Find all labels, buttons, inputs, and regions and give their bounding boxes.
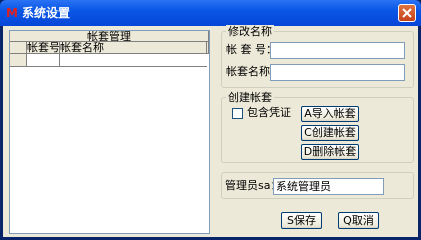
column-header-filler bbox=[207, 42, 209, 54]
include-voucher-checkbox[interactable] bbox=[232, 108, 243, 119]
cell-account-no[interactable] bbox=[27, 54, 60, 66]
column-header-account-no[interactable]: 帐套号 bbox=[27, 42, 60, 54]
close-button[interactable] bbox=[398, 4, 416, 22]
row-selector-header bbox=[10, 42, 27, 54]
close-icon bbox=[402, 8, 412, 18]
grid-title: 帐套管理 bbox=[10, 31, 209, 42]
cancel-button[interactable]: Q取消 bbox=[338, 212, 379, 229]
window-title: 系统设置 bbox=[22, 6, 71, 20]
row-selector[interactable] bbox=[10, 54, 27, 67]
create-account-button[interactable]: C创建帐套 bbox=[301, 125, 359, 141]
modify-name-group: 修改名称 帐 套 号： 帐套名称： bbox=[221, 25, 414, 88]
account-name-field[interactable] bbox=[270, 64, 405, 81]
dialog-body: 帐套管理 帐套号 帐套名称 修改名称 帐 套 号： 帐套名称： 创建帐套 包含凭… bbox=[3, 25, 418, 237]
app-icon: M bbox=[6, 6, 18, 20]
import-account-button[interactable]: A导入帐套 bbox=[301, 106, 359, 122]
delete-account-button[interactable]: D删除帐套 bbox=[301, 144, 359, 160]
admin-name-field[interactable]: 系统管理员 bbox=[273, 178, 384, 195]
save-button[interactable]: S保存 bbox=[281, 212, 322, 229]
table-row[interactable] bbox=[27, 54, 207, 67]
account-set-grid[interactable]: 帐套管理 帐套号 帐套名称 bbox=[9, 30, 210, 234]
account-no-field[interactable] bbox=[270, 42, 405, 59]
create-account-group: 创建帐套 包含凭证 A导入帐套 C创建帐套 D删除帐套 bbox=[221, 91, 414, 163]
include-voucher-label[interactable]: 包含凭证 bbox=[247, 106, 291, 120]
create-account-legend: 创建帐套 bbox=[226, 91, 274, 104]
title-bar[interactable]: M 系统设置 bbox=[0, 0, 421, 26]
modify-name-legend: 修改名称 bbox=[226, 25, 274, 38]
window: M 系统设置 帐套管理 帐套号 帐套名称 修改名称 帐 套 号： 帐套名称： 创… bbox=[0, 0, 421, 240]
admin-group: 管理员sa： 系统管理员 bbox=[221, 172, 414, 199]
column-header-account-name[interactable]: 帐套名称 bbox=[60, 42, 207, 54]
